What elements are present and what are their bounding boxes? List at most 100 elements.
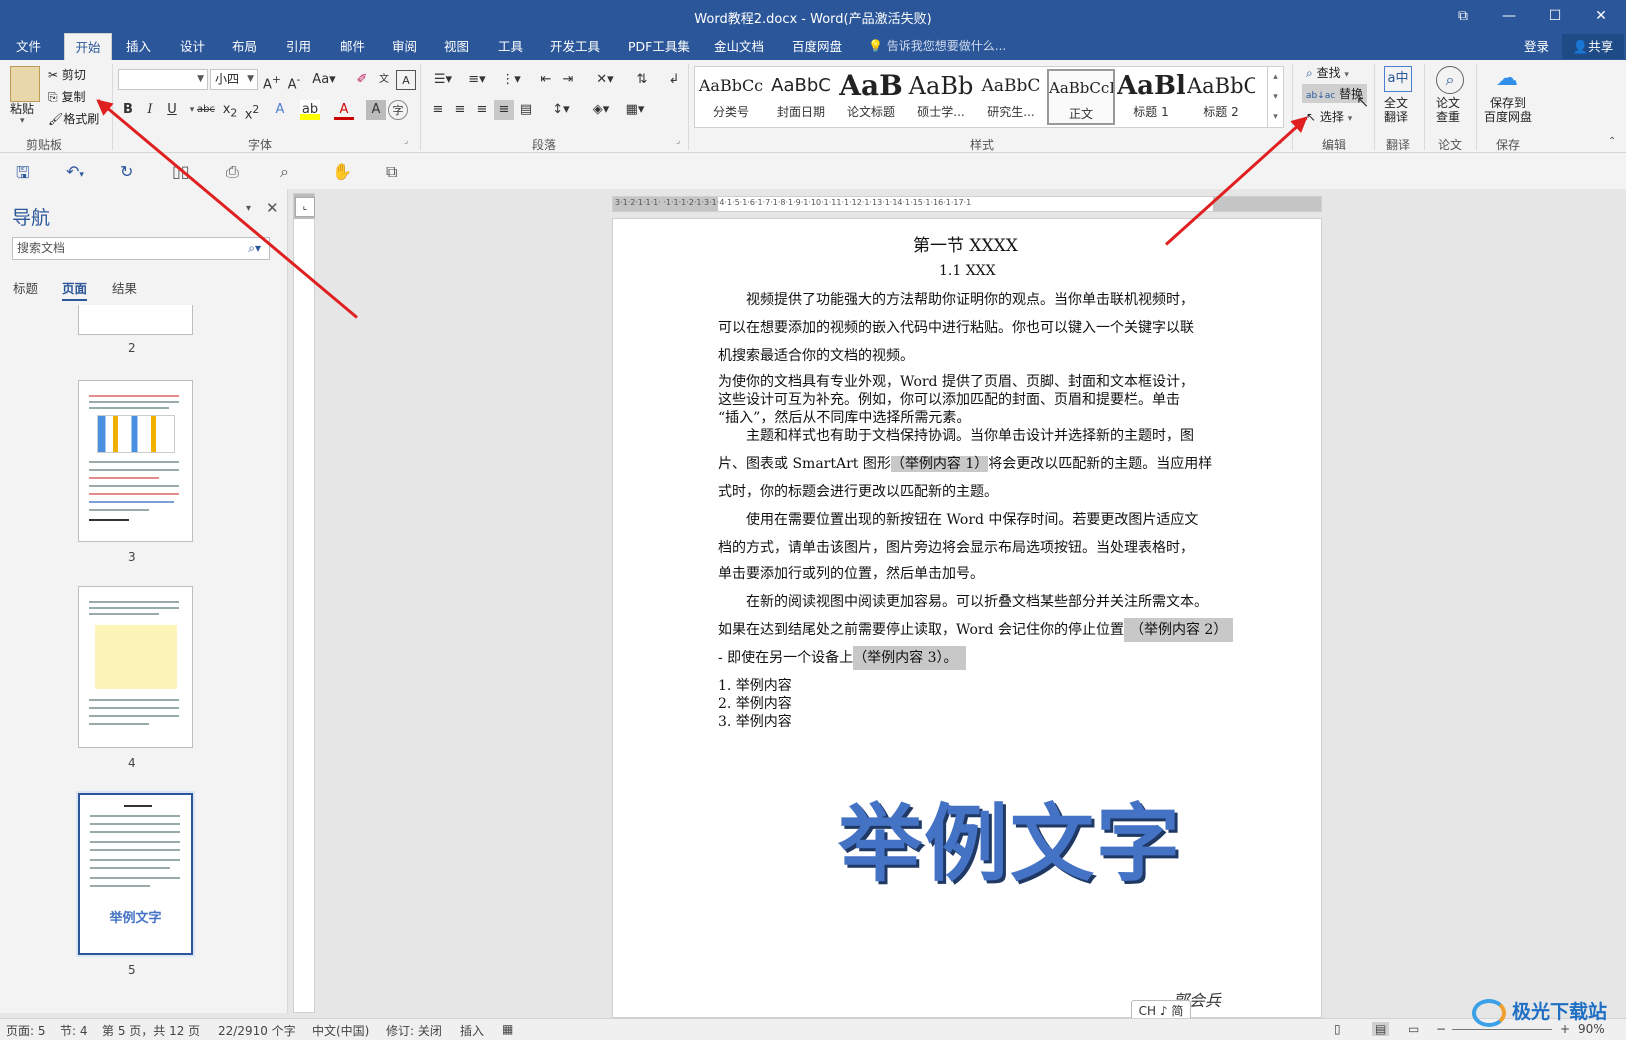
nav-options-icon[interactable]: ▾ bbox=[246, 203, 251, 214]
touch-mode-icon[interactable]: ✋ bbox=[332, 162, 352, 181]
font-size-combo[interactable]: 小四 ▼ bbox=[210, 69, 258, 90]
align-left-icon[interactable]: ≡ bbox=[428, 100, 448, 120]
italic-icon[interactable]: I bbox=[140, 100, 160, 120]
nav-tab-pages[interactable]: 页面 bbox=[62, 278, 88, 301]
char-shading-icon[interactable]: A bbox=[366, 100, 386, 120]
undo-icon[interactable]: ↶▾ bbox=[66, 162, 84, 181]
underline-icon[interactable]: U bbox=[162, 100, 182, 120]
preview-icon[interactable]: ⌕ bbox=[280, 162, 289, 182]
distributed-icon[interactable]: ▤ bbox=[516, 100, 536, 120]
strikethrough-icon[interactable]: abc bbox=[196, 100, 216, 120]
login-link[interactable]: 登录 bbox=[1524, 33, 1549, 60]
decrease-indent-icon[interactable]: ⇤ bbox=[536, 70, 556, 90]
read-mode-icon[interactable]: ▯ bbox=[1334, 1022, 1341, 1036]
tab-kingsoft-docs[interactable]: 金山文档 bbox=[706, 33, 772, 60]
tab-layout[interactable]: 布局 bbox=[224, 33, 265, 60]
tab-pdf-tools[interactable]: PDF工具集 bbox=[620, 33, 698, 60]
ribbon-display-icon[interactable]: ⧉ bbox=[1440, 0, 1486, 33]
status-pages[interactable]: 第 5 页，共 12 页 bbox=[102, 1022, 200, 1039]
nav-tab-results[interactable]: 结果 bbox=[112, 278, 137, 297]
style-item[interactable]: AaBbCc 分类号 bbox=[697, 69, 765, 125]
share-button[interactable]: 👤共享 bbox=[1562, 34, 1624, 59]
subscript-icon[interactable]: x2 bbox=[220, 100, 240, 120]
tab-home[interactable]: 开始 bbox=[64, 33, 112, 60]
align-center-icon[interactable]: ≡ bbox=[450, 100, 470, 120]
style-item[interactable]: AaBbC 标题 2 bbox=[1187, 69, 1255, 125]
nav-search-input[interactable]: 搜索文档 ⌕▾ bbox=[12, 237, 270, 260]
style-item[interactable]: AaBbC 研究生... bbox=[977, 69, 1045, 125]
full-translate-button[interactable]: 全文 翻译 bbox=[1384, 96, 1408, 124]
search-icon[interactable]: ⌕▾ bbox=[248, 238, 261, 259]
tab-design[interactable]: 设计 bbox=[172, 33, 213, 60]
increase-indent-icon[interactable]: ⇥ bbox=[558, 70, 578, 90]
select-button[interactable]: ↖ 选择 ▾ bbox=[1306, 108, 1352, 125]
nav-tab-headings[interactable]: 标题 bbox=[13, 278, 38, 297]
superscript-icon[interactable]: x2 bbox=[242, 100, 262, 122]
gallery-scroll[interactable]: ▴ ▾ ▾ bbox=[1267, 67, 1283, 127]
copy-button[interactable]: ⎘ 复制 bbox=[48, 88, 85, 105]
document-page[interactable]: 第一节 XXXX 1.1 XXX 视频提供了功能强大的方法帮助你证明你的观点。当… bbox=[612, 218, 1322, 1018]
paste-dropdown-icon[interactable]: ▾ bbox=[20, 116, 25, 126]
font-color-icon[interactable]: A bbox=[334, 100, 354, 120]
web-layout-icon[interactable]: ▭ bbox=[1408, 1022, 1419, 1036]
style-item[interactable]: AaBbC 封面日期 bbox=[767, 69, 835, 125]
bullets-icon[interactable]: ☰▾ bbox=[428, 70, 458, 90]
close-button[interactable]: ✕ bbox=[1578, 0, 1624, 33]
paper-check-button[interactable]: 论文 查重 bbox=[1436, 96, 1460, 124]
print-preview-icon[interactable]: ⎙ bbox=[226, 162, 239, 182]
numbering-icon[interactable]: ≡▾ bbox=[462, 70, 492, 90]
text-effects-icon[interactable]: A bbox=[270, 100, 290, 120]
page-thumbnail[interactable] bbox=[78, 380, 193, 542]
font-name-combo[interactable]: ▼ bbox=[118, 69, 208, 90]
tab-selector[interactable]: ⌞ bbox=[295, 197, 315, 217]
style-item[interactable]: AaBb 硕士学... bbox=[907, 69, 975, 125]
status-insert-mode[interactable]: 插入 bbox=[460, 1022, 484, 1039]
phonetic-guide-icon[interactable]: 文 bbox=[374, 70, 394, 90]
collapse-ribbon-icon[interactable]: ⌃ bbox=[1608, 136, 1616, 147]
page-thumbnail[interactable] bbox=[78, 305, 193, 335]
save-to-baidu-button[interactable]: 保存到 百度网盘 bbox=[1484, 96, 1532, 124]
page-thumbnail-selected[interactable]: 举例文字 bbox=[78, 793, 193, 955]
tell-me-box[interactable]: 💡 告诉我您想要做什么... bbox=[868, 33, 1006, 60]
tab-mailings[interactable]: 邮件 bbox=[332, 33, 373, 60]
tab-developer[interactable]: 开发工具 bbox=[542, 33, 608, 60]
tab-baidu-netdisk[interactable]: 百度网盘 bbox=[784, 33, 850, 60]
shading-icon[interactable]: ◈▾ bbox=[586, 100, 616, 120]
macro-icon[interactable]: ▦ bbox=[502, 1022, 513, 1036]
status-language[interactable]: 中文(中国) bbox=[312, 1022, 369, 1039]
print-layout-icon[interactable]: ▤ bbox=[1372, 1022, 1390, 1036]
paragraph-dialog-launcher-icon[interactable]: ⌟ bbox=[676, 136, 680, 146]
tab-review[interactable]: 审阅 bbox=[384, 33, 425, 60]
change-case-icon[interactable]: Aa▾ bbox=[310, 70, 338, 90]
status-section[interactable]: 节: 4 bbox=[60, 1022, 88, 1039]
shrink-font-icon[interactable]: A- bbox=[284, 70, 304, 92]
wordart-text[interactable]: 举例文字 bbox=[838, 777, 1182, 898]
cut-button[interactable]: ✂ 剪切 bbox=[48, 66, 86, 83]
show-marks-icon[interactable]: ↲ bbox=[664, 70, 684, 90]
style-item[interactable]: AaBl 标题 1 bbox=[1117, 69, 1185, 125]
close-icon[interactable]: ✕ bbox=[266, 199, 279, 217]
clear-format-icon[interactable]: ✐ bbox=[352, 70, 372, 90]
status-track-changes[interactable]: 修订: 关闭 bbox=[386, 1022, 442, 1039]
find-button[interactable]: ⌕ 查找 ▾ bbox=[1306, 64, 1349, 81]
justify-icon[interactable]: ≡ bbox=[494, 100, 514, 120]
page-thumbnail[interactable] bbox=[78, 586, 193, 748]
save-icon[interactable]: 🖫 bbox=[16, 162, 30, 189]
tab-references[interactable]: 引用 bbox=[278, 33, 319, 60]
style-item-selected[interactable]: AaBbCcI 正文 bbox=[1047, 69, 1115, 125]
paste-button[interactable]: 粘贴 bbox=[10, 100, 34, 117]
maximize-button[interactable]: ☐ bbox=[1532, 0, 1578, 33]
tab-tools[interactable]: 工具 bbox=[490, 33, 531, 60]
status-page[interactable]: 页面: 5 bbox=[6, 1022, 46, 1039]
customize-icon[interactable]: ⧉ bbox=[386, 162, 397, 182]
format-painter-button[interactable]: 🖌格式刷 bbox=[48, 110, 99, 127]
style-item[interactable]: AaB 论文标题 bbox=[837, 69, 905, 125]
chinese-layout-icon[interactable]: ✕▾ bbox=[590, 70, 620, 90]
line-spacing-icon[interactable]: ↕▾ bbox=[546, 100, 576, 120]
zoom-out-icon[interactable]: − bbox=[1436, 1022, 1446, 1036]
minimize-button[interactable]: — bbox=[1486, 0, 1532, 33]
status-words[interactable]: 22/2910 个字 bbox=[218, 1022, 296, 1039]
align-right-icon[interactable]: ≡ bbox=[472, 100, 492, 120]
enclose-char-icon[interactable]: 字 bbox=[388, 100, 408, 120]
font-dialog-launcher-icon[interactable]: ⌟ bbox=[404, 136, 408, 146]
